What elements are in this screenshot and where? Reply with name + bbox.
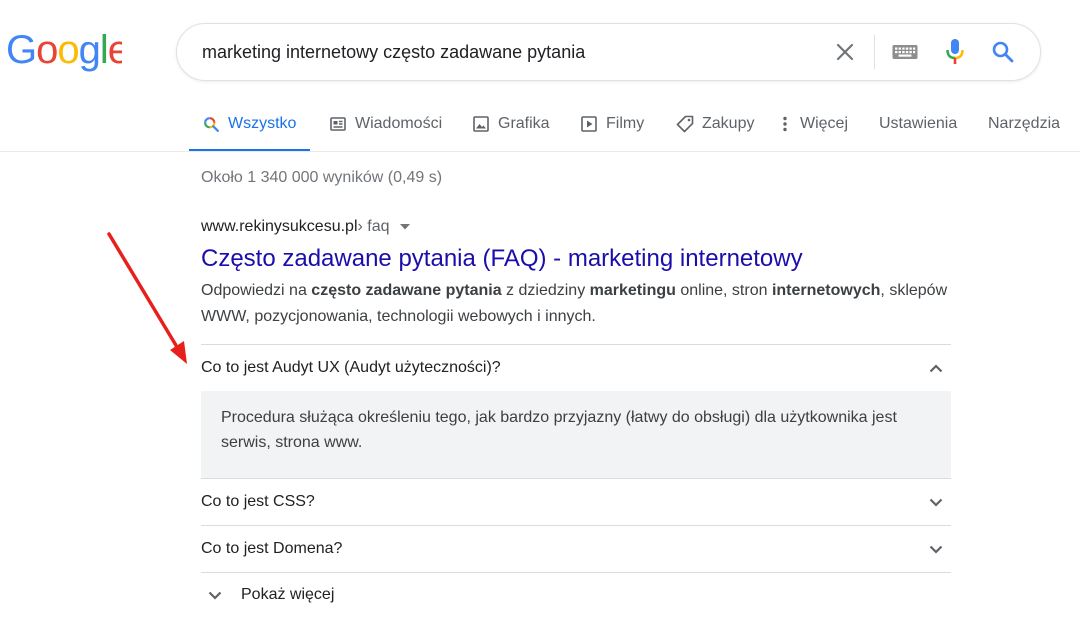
chevron-down-icon[interactable] xyxy=(924,490,948,514)
faq-question-toggle[interactable]: Co to jest CSS? xyxy=(201,479,951,525)
tab-news[interactable]: Wiadomości xyxy=(329,96,442,152)
annotation-arrow-icon xyxy=(107,232,187,364)
faq-question-toggle[interactable]: Co to jest Audyt UX (Audyt użyteczności)… xyxy=(201,345,951,391)
chevron-down-icon[interactable] xyxy=(924,537,948,561)
faq-question: Co to jest Audyt UX (Audyt użyteczności)… xyxy=(201,359,501,376)
show-more-button[interactable]: Pokaż więcej xyxy=(201,573,951,617)
result-path: › faq xyxy=(357,218,390,235)
tab-label: Ustawienia xyxy=(879,115,958,132)
search-tabs: Wszystko Wiadomości Grafika Filmy Zakupy… xyxy=(0,96,1080,152)
play-icon xyxy=(580,115,598,133)
result-snippet: Odpowiedzi na często zadawane pytania z … xyxy=(201,282,948,325)
tab-label: Wszystko xyxy=(228,115,297,132)
close-icon xyxy=(836,43,854,61)
faq-footer: Pokaż więcej xyxy=(201,572,951,617)
result-url[interactable]: www.rekinysukcesu.pl › faq xyxy=(201,216,951,238)
result-title-link[interactable]: Często zadawane pytania (FAQ) - marketin… xyxy=(201,244,951,274)
faq-answer: Procedura służąca określeniu tego, jak b… xyxy=(201,391,951,478)
keyboard-icon xyxy=(892,45,918,59)
image-icon xyxy=(472,115,490,133)
search-icon xyxy=(992,41,1014,63)
google-logo[interactable]: Google xyxy=(6,30,122,72)
search-divider xyxy=(874,35,875,69)
search-input[interactable]: marketing internetowy często zadawane py… xyxy=(202,24,585,80)
keyboard-button[interactable] xyxy=(887,34,923,70)
tab-all[interactable]: Wszystko xyxy=(188,96,311,152)
search-box[interactable]: marketing internetowy często zadawane py… xyxy=(176,23,1041,81)
news-icon xyxy=(329,115,347,133)
tabs-divider xyxy=(0,151,1080,152)
tab-shopping[interactable]: Zakupy xyxy=(676,96,754,152)
show-more-label: Pokaż więcej xyxy=(241,586,335,603)
tab-more[interactable]: Więcej xyxy=(780,96,848,152)
chevron-up-icon[interactable] xyxy=(924,356,948,380)
tag-icon xyxy=(676,115,694,133)
faq-question: Co to jest Domena? xyxy=(201,540,343,557)
faq-item: Co to jest CSS? xyxy=(201,478,951,525)
tab-label: Narzędzia xyxy=(988,115,1061,132)
search-button[interactable] xyxy=(985,34,1021,70)
tab-images[interactable]: Grafika xyxy=(472,96,550,152)
more-vert-icon xyxy=(780,115,790,133)
faq-accordion: Co to jest Audyt UX (Audyt użyteczności)… xyxy=(201,344,951,617)
search-result: www.rekinysukcesu.pl › faq Często zadawa… xyxy=(201,216,951,330)
clear-button[interactable] xyxy=(827,34,863,70)
caret-down-icon[interactable] xyxy=(399,224,410,230)
faq-item: Co to jest Domena? xyxy=(201,525,951,572)
chevron-down-icon xyxy=(203,583,227,607)
tab-tools[interactable]: Narzędzia xyxy=(988,96,1060,152)
faq-question: Co to jest CSS? xyxy=(201,493,315,510)
faq-question-toggle[interactable]: Co to jest Domena? xyxy=(201,526,951,572)
microphone-icon xyxy=(946,39,964,64)
voice-search-button[interactable] xyxy=(937,34,973,70)
tab-label: Filmy xyxy=(606,115,645,132)
result-domain: www.rekinysukcesu.pl xyxy=(201,218,358,235)
tab-label: Więcej xyxy=(800,115,849,132)
result-stats: Około 1 340 000 wyników (0,49 s) xyxy=(201,169,443,186)
tab-settings[interactable]: Ustawienia xyxy=(879,96,957,152)
tab-label: Wiadomości xyxy=(355,115,443,132)
faq-item: Co to jest Audyt UX (Audyt użyteczności)… xyxy=(201,344,951,478)
tab-videos[interactable]: Filmy xyxy=(580,96,644,152)
tab-label: Grafika xyxy=(498,115,550,132)
tab-label: Zakupy xyxy=(702,115,755,132)
search-icon xyxy=(202,115,220,133)
svg-text:Google: Google xyxy=(6,30,122,72)
